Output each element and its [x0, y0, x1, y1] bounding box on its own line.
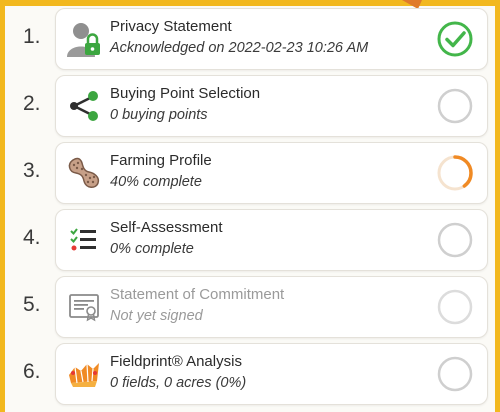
- step-subtitle: 0% complete: [110, 241, 194, 257]
- status-empty-icon: [437, 222, 473, 258]
- step-title: Statement of Commitment: [110, 286, 285, 303]
- step-card[interactable]: Fieldprint® Analysis 0 fields, 0 acres (…: [55, 343, 488, 405]
- step-title: Privacy Statement: [110, 18, 232, 35]
- step-subtitle: 0 buying points: [110, 107, 208, 123]
- step-number: 1.: [23, 25, 41, 48]
- step-card[interactable]: Buying Point Selection 0 buying points: [55, 75, 488, 137]
- step-subtitle: 40% complete: [110, 174, 202, 190]
- step-number: 2.: [23, 92, 41, 115]
- status-empty-icon: [437, 289, 473, 325]
- step-subtitle: Not yet signed: [110, 308, 203, 324]
- step-title: Self-Assessment: [110, 219, 223, 236]
- check-complete-icon: [437, 21, 473, 57]
- status-empty-icon: [437, 88, 473, 124]
- certificate-icon: [62, 285, 106, 329]
- privacy-lock-user-icon: [62, 17, 106, 61]
- step-number: 4.: [23, 226, 41, 249]
- step-card[interactable]: Self-Assessment 0% complete: [55, 209, 488, 271]
- step-number: 6.: [23, 360, 41, 383]
- step-row-fieldprint[interactable]: 6. Fieldprint® Analysis 0 fields, 0 acre…: [5, 341, 495, 407]
- peanut-icon: [62, 151, 106, 195]
- step-row-farming-profile[interactable]: 3. Farming Profile 40% complete: [5, 140, 495, 206]
- step-row-commitment[interactable]: 5. Statement of Commitment Not yet signe…: [5, 274, 495, 340]
- step-subtitle: Acknowledged on 2022-02-23 10:26 AM: [110, 40, 369, 56]
- step-card[interactable]: Statement of Commitment Not yet signed: [55, 276, 488, 338]
- step-card[interactable]: Farming Profile 40% complete: [55, 142, 488, 204]
- step-number: 3.: [23, 159, 41, 182]
- share-icon: [62, 84, 106, 128]
- step-row-buying-point[interactable]: 2. Buying Point Selection 0 buying point…: [5, 73, 495, 139]
- step-row-privacy[interactable]: 1. Privacy Statement Acknowledged on 202…: [5, 6, 495, 72]
- step-subtitle: 0 fields, 0 acres (0%): [110, 375, 247, 391]
- fieldprint-icon: [62, 352, 106, 396]
- step-title: Farming Profile: [110, 152, 212, 169]
- checklist-icon: [62, 218, 106, 262]
- step-title: Buying Point Selection: [110, 85, 261, 102]
- step-row-self-assessment[interactable]: 4. Self-Assessment 0% complete: [5, 207, 495, 273]
- progress-ring-icon: [437, 155, 473, 191]
- step-title: Fieldprint® Analysis: [110, 353, 242, 370]
- step-number: 5.: [23, 293, 41, 316]
- step-card[interactable]: Privacy Statement Acknowledged on 2022-0…: [55, 8, 488, 70]
- status-empty-icon: [437, 356, 473, 392]
